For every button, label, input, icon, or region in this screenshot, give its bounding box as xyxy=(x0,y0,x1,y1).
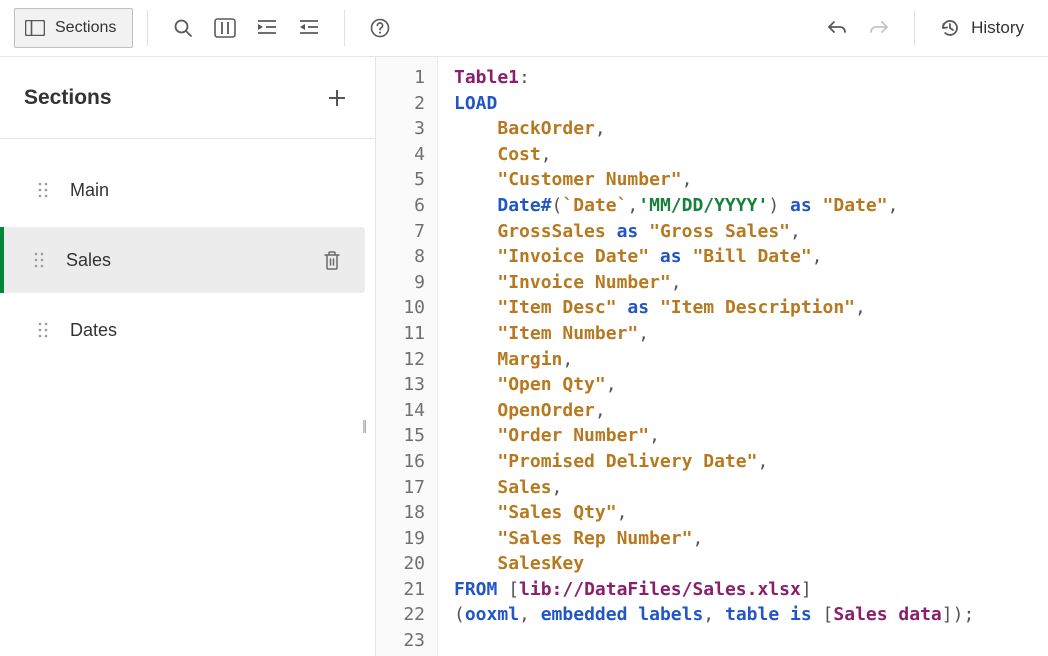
line-number[interactable]: 5 xyxy=(376,167,425,193)
indent-icon xyxy=(256,19,278,37)
line-number[interactable]: 11 xyxy=(376,321,425,347)
sections-toggle-button[interactable]: Sections xyxy=(14,8,133,48)
line-number[interactable]: 16 xyxy=(376,449,425,475)
code-line[interactable]: SalesKey xyxy=(454,551,1048,577)
line-number[interactable]: 21 xyxy=(376,577,425,603)
redo-icon xyxy=(868,19,890,37)
sidebar-title: Sections xyxy=(24,86,112,110)
comment-toggle-button[interactable] xyxy=(204,8,246,48)
section-item-sales[interactable]: Sales xyxy=(0,227,365,293)
sections-toggle-label: Sections xyxy=(55,19,116,37)
code-area[interactable]: Table1:LOAD BackOrder, Cost, "Customer N… xyxy=(438,57,1048,656)
indent-button[interactable] xyxy=(246,8,288,48)
code-line[interactable]: Table1: xyxy=(454,65,1048,91)
line-gutter: 1234567891011121314151617181920212223 xyxy=(376,57,438,656)
section-item-main[interactable]: Main xyxy=(10,157,365,223)
toolbar: Sections History xyxy=(0,0,1048,57)
line-number[interactable]: 18 xyxy=(376,500,425,526)
code-line[interactable]: "Open Qty", xyxy=(454,372,1048,398)
add-section-button[interactable] xyxy=(323,84,351,112)
section-item-dates[interactable]: Dates xyxy=(10,297,365,363)
line-number[interactable]: 8 xyxy=(376,244,425,270)
drag-handle-icon[interactable] xyxy=(38,181,48,199)
line-number[interactable]: 19 xyxy=(376,526,425,552)
code-line[interactable]: "Customer Number", xyxy=(454,167,1048,193)
drag-handle-icon[interactable] xyxy=(38,321,48,339)
line-number[interactable]: 23 xyxy=(376,628,425,654)
code-line[interactable]: Margin, xyxy=(454,347,1048,373)
outdent-button[interactable] xyxy=(288,8,330,48)
code-line[interactable]: FROM [lib://DataFiles/Sales.xlsx] xyxy=(454,577,1048,603)
code-line[interactable]: "Promised Delivery Date", xyxy=(454,449,1048,475)
separator xyxy=(147,10,148,46)
line-number[interactable]: 15 xyxy=(376,423,425,449)
line-number[interactable]: 4 xyxy=(376,142,425,168)
code-line[interactable]: (ooxml, embedded labels, table is [Sales… xyxy=(454,602,1048,628)
history-label: History xyxy=(971,18,1024,38)
code-line[interactable]: BackOrder, xyxy=(454,116,1048,142)
line-number[interactable]: 9 xyxy=(376,270,425,296)
history-button[interactable]: History xyxy=(929,8,1034,48)
line-number[interactable]: 1 xyxy=(376,65,425,91)
code-line[interactable]: Sales, xyxy=(454,475,1048,501)
code-line[interactable]: Date#(`Date`,'MM/DD/YYYY') as "Date", xyxy=(454,193,1048,219)
code-line[interactable]: "Sales Qty", xyxy=(454,500,1048,526)
help-button[interactable] xyxy=(359,8,401,48)
code-line[interactable]: LOAD xyxy=(454,91,1048,117)
outdent-icon xyxy=(298,19,320,37)
line-number[interactable]: 13 xyxy=(376,372,425,398)
section-list: Main Sales Dates xyxy=(0,139,375,367)
help-icon xyxy=(370,18,390,38)
code-line[interactable]: "Invoice Date" as "Bill Date", xyxy=(454,244,1048,270)
separator xyxy=(344,10,345,46)
search-button[interactable] xyxy=(162,8,204,48)
undo-icon xyxy=(826,19,848,37)
delete-section-button[interactable] xyxy=(323,250,341,270)
section-item-label: Main xyxy=(70,180,341,201)
line-number[interactable]: 20 xyxy=(376,551,425,577)
line-number[interactable]: 10 xyxy=(376,295,425,321)
code-line[interactable]: Cost, xyxy=(454,142,1048,168)
line-number[interactable]: 12 xyxy=(376,347,425,373)
line-number[interactable]: 6 xyxy=(376,193,425,219)
script-editor[interactable]: 1234567891011121314151617181920212223 Ta… xyxy=(376,57,1048,656)
line-number[interactable]: 22 xyxy=(376,602,425,628)
code-line[interactable]: "Order Number", xyxy=(454,423,1048,449)
section-item-label: Sales xyxy=(66,250,301,271)
drag-handle-icon[interactable] xyxy=(34,251,44,269)
panel-icon xyxy=(25,20,45,36)
line-number[interactable]: 2 xyxy=(376,91,425,117)
code-line[interactable]: "Item Desc" as "Item Description", xyxy=(454,295,1048,321)
code-line[interactable]: "Sales Rep Number", xyxy=(454,526,1048,552)
section-item-label: Dates xyxy=(70,320,341,341)
undo-button[interactable] xyxy=(816,8,858,48)
code-line[interactable]: OpenOrder, xyxy=(454,398,1048,424)
line-number[interactable]: 3 xyxy=(376,116,425,142)
separator xyxy=(914,10,915,46)
comment-icon xyxy=(214,18,236,38)
line-number[interactable]: 17 xyxy=(376,475,425,501)
line-number[interactable]: 7 xyxy=(376,219,425,245)
code-line[interactable]: GrossSales as "Gross Sales", xyxy=(454,219,1048,245)
search-icon xyxy=(173,18,193,38)
sections-sidebar: Sections Main Sales Dates xyxy=(0,57,376,656)
code-line[interactable]: "Invoice Number", xyxy=(454,270,1048,296)
history-icon xyxy=(939,17,961,39)
code-line[interactable]: "Item Number", xyxy=(454,321,1048,347)
plus-icon xyxy=(327,88,347,108)
redo-button xyxy=(858,8,900,48)
code-line[interactable] xyxy=(454,628,1048,654)
line-number[interactable]: 14 xyxy=(376,398,425,424)
sidebar-header: Sections xyxy=(0,57,375,139)
